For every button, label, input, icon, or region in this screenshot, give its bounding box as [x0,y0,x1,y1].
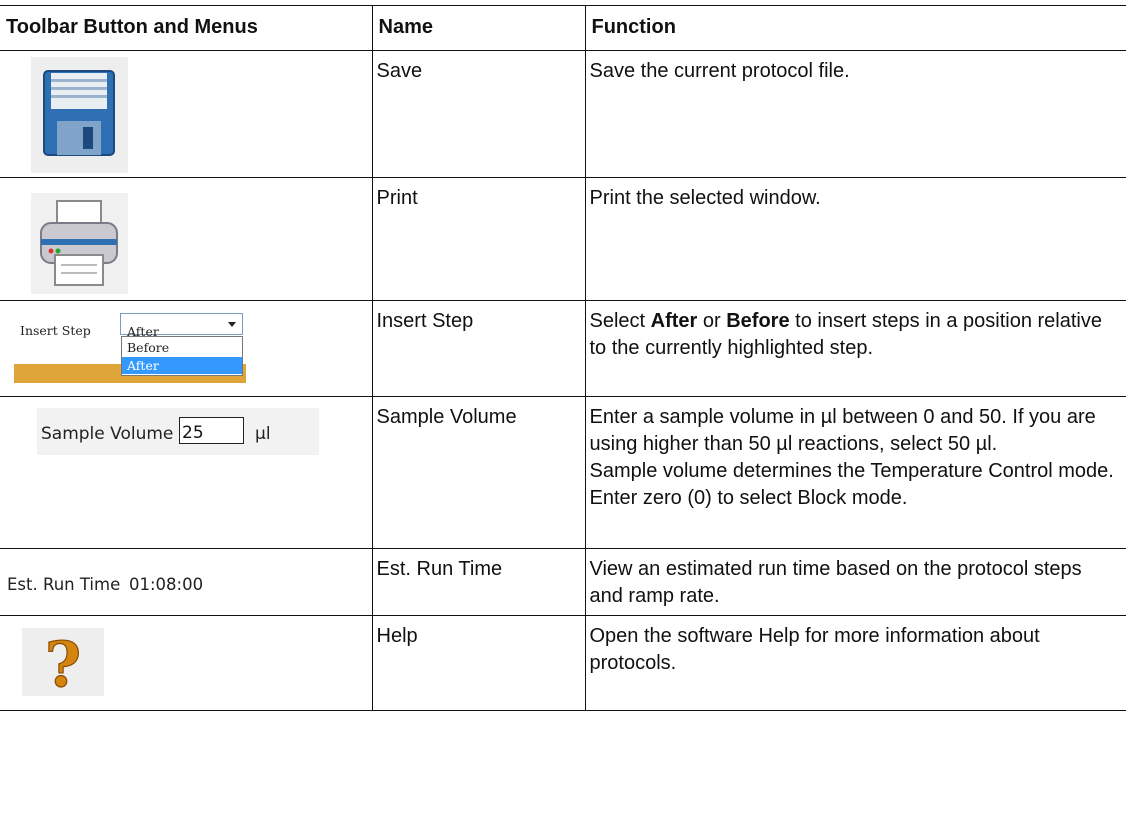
table-row: Insert Step After Before After Insert St… [0,300,1126,397]
sample-volume-cell: Sample Volume 25 µl [0,396,373,549]
svg-text:?: ? [45,628,81,696]
row-name-print: Print [371,177,586,301]
table-row: Print Print the selected window. [0,177,1126,301]
sample-volume-screenshot: Sample Volume 25 µl [37,408,319,455]
insert-step-combo-screenshot: Insert Step After Before After [6,310,246,383]
est-run-time-label: Est. Run Time [7,575,121,594]
row-function-insert-step: Select After or Before to insert steps i… [584,300,1126,397]
question-mark-help-icon: ? [22,628,104,696]
table-row: Sample Volume 25 µl Sample Volume Enter … [0,396,1126,549]
row-function-save: Save the current protocol file. [584,50,1126,178]
chevron-down-icon [228,322,236,327]
row-name-help: Help [371,615,586,711]
row-name-insert-step: Insert Step [371,300,586,397]
option-after[interactable]: After [122,357,242,374]
toolbar-reference-table: Toolbar Button and Menus Name Function S… [0,5,1126,711]
printer-icon [31,193,128,294]
header-toolbar-button: Toolbar Button and Menus [0,5,373,51]
row-name-sample-volume: Sample Volume [371,396,586,549]
bold-before: Before [726,310,790,332]
row-function-print: Print the selected window. [584,177,1126,301]
insert-step-dropdown[interactable]: After [120,313,243,339]
sample-volume-unit: µl [255,424,271,444]
est-run-time-value: 01:08:00 [129,575,204,594]
row-function-est-run-time: View an estimated run time based on the … [584,548,1126,616]
bold-after: After [650,310,698,332]
sample-volume-label: Sample Volume [41,424,174,444]
run-time-cell: Est. Run Time 01:08:00 [0,548,373,616]
floppy-disk-save-icon [31,57,128,173]
row-function-sample-volume: Enter a sample volume in µl between 0 an… [584,396,1126,549]
insert-step-cell: Insert Step After Before After [0,300,373,397]
row-name-save: Save [371,50,586,178]
help-icon-cell: ? [0,615,373,711]
save-icon-cell [0,50,373,178]
header-function: Function [584,5,1126,51]
insert-step-label: Insert Step [20,323,91,338]
table-header-row: Toolbar Button and Menus Name Function [0,5,1126,51]
table-row: ? Help Open the software Help for more i… [0,615,1126,711]
option-before[interactable]: Before [122,339,242,356]
est-run-time-screenshot: Est. Run Time 01:08:00 [7,567,207,597]
row-function-help: Open the software Help for more informat… [584,615,1126,711]
table-row: Est. Run Time 01:08:00 Est. Run Time Vie… [0,548,1126,616]
row-name-est-run-time: Est. Run Time [371,548,586,616]
insert-step-options-list: Before After [121,336,243,376]
sample-volume-input[interactable]: 25 [179,417,244,444]
table-row: Save Save the current protocol file. [0,50,1126,178]
header-name: Name [371,5,586,51]
print-icon-cell [0,177,373,301]
